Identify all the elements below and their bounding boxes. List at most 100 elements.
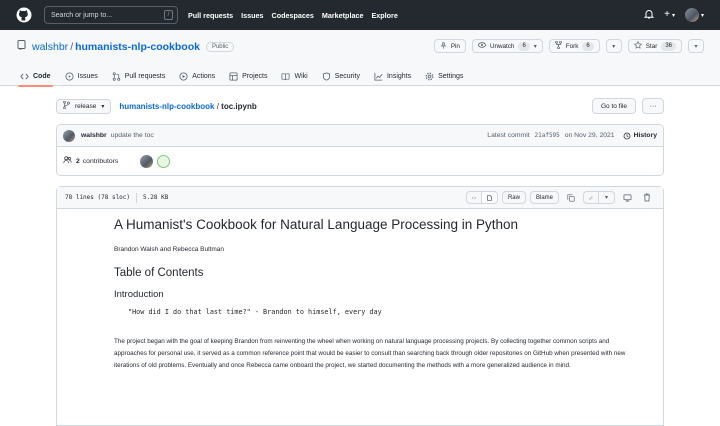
tab-pull-requests-label: Pull requests xyxy=(124,72,166,80)
edit-options-button[interactable]: ▾ xyxy=(599,191,615,204)
plus-icon: + xyxy=(664,9,670,20)
search-placeholder: Search or jump to... xyxy=(51,11,113,19)
star-button[interactable]: Star 36 xyxy=(627,39,682,53)
star-label: Star xyxy=(645,42,658,50)
nav-explore[interactable]: Explore xyxy=(371,11,397,20)
caret-down-icon: ▾ xyxy=(533,43,537,50)
branch-name: release xyxy=(75,102,97,110)
file-header: 78 lines (78 sloc) 5.28 KB Raw Blame ▾ xyxy=(57,187,663,209)
copy-icon[interactable] xyxy=(563,193,579,202)
tab-issues[interactable]: Issues xyxy=(64,66,98,86)
pin-button[interactable]: Pin xyxy=(433,39,466,53)
contributor-avatar[interactable] xyxy=(140,154,154,168)
tab-settings[interactable]: Settings xyxy=(425,66,463,86)
nav-codespaces[interactable]: Codespaces xyxy=(272,11,314,20)
desktop-icon[interactable] xyxy=(619,194,635,202)
edit-button[interactable] xyxy=(583,191,599,204)
book-icon xyxy=(282,72,290,80)
commit-author[interactable]: walshbr xyxy=(81,132,107,139)
intro-heading: Introduction xyxy=(114,289,164,300)
table-icon xyxy=(229,71,238,81)
graph-icon xyxy=(374,72,383,81)
nav-marketplace[interactable]: Marketplace xyxy=(322,11,364,20)
pin-label: Pin xyxy=(450,42,460,50)
search-shortcut-key: / xyxy=(164,10,173,20)
rendered-view-button[interactable] xyxy=(481,191,498,204)
blame-button[interactable]: Blame xyxy=(529,191,559,204)
star-list-button[interactable]: ▾ xyxy=(688,39,704,53)
toc-heading: Table of Contents xyxy=(114,267,204,279)
tab-projects-label: Projects xyxy=(242,72,268,80)
fork-button[interactable]: Fork 6 xyxy=(548,39,600,53)
nav-issues[interactable]: Issues xyxy=(241,11,263,20)
nav-pull-requests[interactable]: Pull requests xyxy=(188,11,233,20)
fork-count: 6 xyxy=(582,41,594,51)
fork-options-button[interactable]: ▾ xyxy=(605,39,622,53)
repo-name-link[interactable]: humanists-nlp-cookbook xyxy=(75,41,200,53)
code-icon xyxy=(472,196,476,199)
search-input[interactable]: Search or jump to... / xyxy=(44,6,178,24)
caret-down-icon: ▾ xyxy=(700,12,704,19)
repo-actions: Pin Unwatch 6 ▾ Fork 6 ▾ Star 36 ▾ xyxy=(433,39,704,53)
latest-commit-info: Latest commit 21af595 on Nov 29, 2021 xyxy=(487,132,614,139)
repo-title: walshbr / humanists-nlp-cookbook Public xyxy=(17,40,235,53)
tab-insights-label: Insights xyxy=(386,72,412,80)
intro-paragraph: The project began with the goal of keepi… xyxy=(114,338,626,369)
repo-owner-link[interactable]: walshbr xyxy=(32,41,68,53)
breadcrumb-separator: / xyxy=(216,101,219,111)
avatar xyxy=(684,8,699,22)
file-icon xyxy=(487,194,492,201)
contributor-avatar[interactable] xyxy=(157,154,171,168)
visibility-badge: Public xyxy=(205,41,235,52)
source-view-button[interactable] xyxy=(465,191,482,204)
fork-label: Fork xyxy=(565,42,579,50)
tab-code-label: Code xyxy=(33,72,51,80)
contributors-count[interactable]: 2 xyxy=(76,158,80,165)
go-to-file-button[interactable]: Go to file xyxy=(591,98,636,114)
latest-commit-label: Latest commit xyxy=(487,132,530,139)
bell-icon[interactable] xyxy=(643,6,655,24)
unwatch-label: Unwatch xyxy=(489,42,515,50)
caret-down-icon: ▾ xyxy=(671,12,675,19)
tab-issues-label: Issues xyxy=(77,72,98,80)
github-logo-icon[interactable] xyxy=(16,7,32,23)
file-size: 5.28 KB xyxy=(143,194,169,201)
tab-projects[interactable]: Projects xyxy=(229,66,267,86)
global-nav: Pull requests Issues Codespaces Marketpl… xyxy=(188,11,406,20)
pin-icon xyxy=(440,42,447,51)
eye-icon xyxy=(478,42,486,50)
tab-pull-requests[interactable]: Pull requests xyxy=(112,66,165,86)
tab-settings-label: Settings xyxy=(438,72,464,80)
commit-date: Nov 29, 2021 xyxy=(574,132,615,139)
tab-actions[interactable]: Actions xyxy=(179,66,215,86)
play-icon xyxy=(179,71,188,81)
contributors-label[interactable]: contributors xyxy=(83,158,119,165)
trash-icon[interactable] xyxy=(639,193,655,202)
breadcrumb-repo-link[interactable]: humanists-nlp-cookbook xyxy=(119,102,214,111)
intro-quote: "How did I do that last time?" - Brandon… xyxy=(128,308,382,316)
branch-selector[interactable]: release ▾ xyxy=(56,98,112,114)
commit-message[interactable]: update the toc xyxy=(111,132,154,139)
star-icon xyxy=(633,40,642,51)
history-button[interactable]: History xyxy=(623,132,657,140)
pull-request-icon xyxy=(112,71,120,81)
view-toggle xyxy=(465,191,498,204)
file-lines-info: 78 lines (78 sloc) xyxy=(65,194,131,201)
pencil-icon xyxy=(589,195,593,200)
tab-wiki[interactable]: Wiki xyxy=(281,66,308,86)
tab-code[interactable]: Code xyxy=(18,66,52,87)
tab-actions-label: Actions xyxy=(192,72,216,80)
caret-down-icon: ▾ xyxy=(694,43,698,50)
more-options-button[interactable]: ··· xyxy=(642,98,664,114)
unwatch-button[interactable]: Unwatch 6 ▾ xyxy=(471,39,543,53)
create-new-button[interactable]: + ▾ xyxy=(664,10,675,20)
commit-sha[interactable]: 21af595 xyxy=(535,132,560,139)
user-menu[interactable]: ▾ xyxy=(684,8,704,22)
commit-date-prefix: on xyxy=(564,132,573,139)
contributors-row: 2 contributors xyxy=(57,147,663,175)
repo-header: walshbr / humanists-nlp-cookbook Public … xyxy=(0,30,720,87)
avatar[interactable] xyxy=(63,129,75,142)
tab-security[interactable]: Security xyxy=(322,66,360,86)
tab-insights[interactable]: Insights xyxy=(374,66,411,86)
raw-button[interactable]: Raw xyxy=(501,191,526,204)
